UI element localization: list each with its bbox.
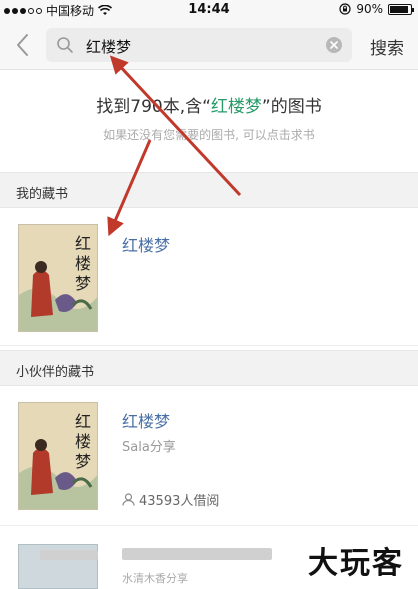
borrow-count-label: 43593人借阅 bbox=[139, 494, 220, 509]
book-cover[interactable]: 红 楼 梦 bbox=[18, 402, 98, 510]
result-suffix: ”的图书 bbox=[261, 97, 322, 117]
search-button[interactable]: 搜索 bbox=[370, 34, 404, 59]
cover-char-1: 红 bbox=[75, 234, 91, 253]
battery-icon bbox=[388, 3, 414, 15]
watermark-logo: 大玩客 bbox=[308, 546, 404, 581]
cover-char-3: 梦 bbox=[75, 452, 91, 471]
section-my-books: 我的藏书 bbox=[0, 172, 418, 208]
clear-icon[interactable] bbox=[326, 37, 342, 53]
status-bar: 中国移动 14:44 90% bbox=[0, 0, 418, 20]
cover-char-2: 楼 bbox=[75, 254, 91, 273]
cover-illustration: 红 楼 梦 bbox=[19, 403, 97, 509]
status-right: 90% bbox=[339, 2, 414, 16]
battery-percent: 90% bbox=[356, 2, 383, 16]
search-input[interactable]: 红楼梦 bbox=[46, 28, 352, 62]
blur-block bbox=[40, 550, 98, 560]
book-item-mine[interactable]: 红 楼 梦 红楼梦 bbox=[0, 208, 418, 346]
book-title[interactable]: 红楼梦 bbox=[122, 408, 170, 432]
book-cover[interactable]: 红 楼 梦 bbox=[18, 224, 98, 332]
cover-illustration: 红 楼 梦 bbox=[19, 225, 97, 331]
section-label: 我的藏书 bbox=[16, 187, 69, 202]
cover-char-1: 红 bbox=[75, 412, 91, 431]
borrow-count: 43593人借阅 bbox=[122, 490, 219, 509]
request-book-hint[interactable]: 如果还没有您需要的图书, 可以点击求书 bbox=[0, 126, 418, 143]
blur-block bbox=[122, 548, 272, 560]
cover-char-3: 梦 bbox=[75, 274, 91, 293]
result-summary: 找到790本,含“红楼梦”的图书 如果还没有您需要的图书, 可以点击求书 bbox=[0, 70, 418, 172]
result-keyword: 红楼梦 bbox=[210, 97, 262, 117]
search-query[interactable]: 红楼梦 bbox=[86, 36, 131, 57]
section-label: 小伙伴的藏书 bbox=[16, 365, 95, 380]
shared-by-label: Sala分享 bbox=[122, 440, 176, 455]
book-title[interactable]: 红楼梦 bbox=[122, 232, 170, 256]
cover-char-2: 楼 bbox=[75, 432, 91, 451]
book-item-friend[interactable]: 红 楼 梦 红楼梦 Sala分享 43593人借阅 bbox=[0, 386, 418, 526]
partial-shared-by: 水清木香分享 bbox=[122, 572, 188, 585]
result-count-title: 找到790本,含“红楼梦”的图书 bbox=[0, 92, 418, 117]
search-header: 红楼梦 搜索 bbox=[0, 20, 418, 70]
chevron-left-icon[interactable] bbox=[10, 32, 36, 58]
rotation-lock-icon bbox=[339, 3, 351, 15]
section-friend-books: 小伙伴的藏书 bbox=[0, 350, 418, 386]
user-icon bbox=[122, 493, 135, 506]
result-prefix: 找到790本,含“ bbox=[96, 97, 211, 117]
search-icon bbox=[57, 37, 73, 53]
